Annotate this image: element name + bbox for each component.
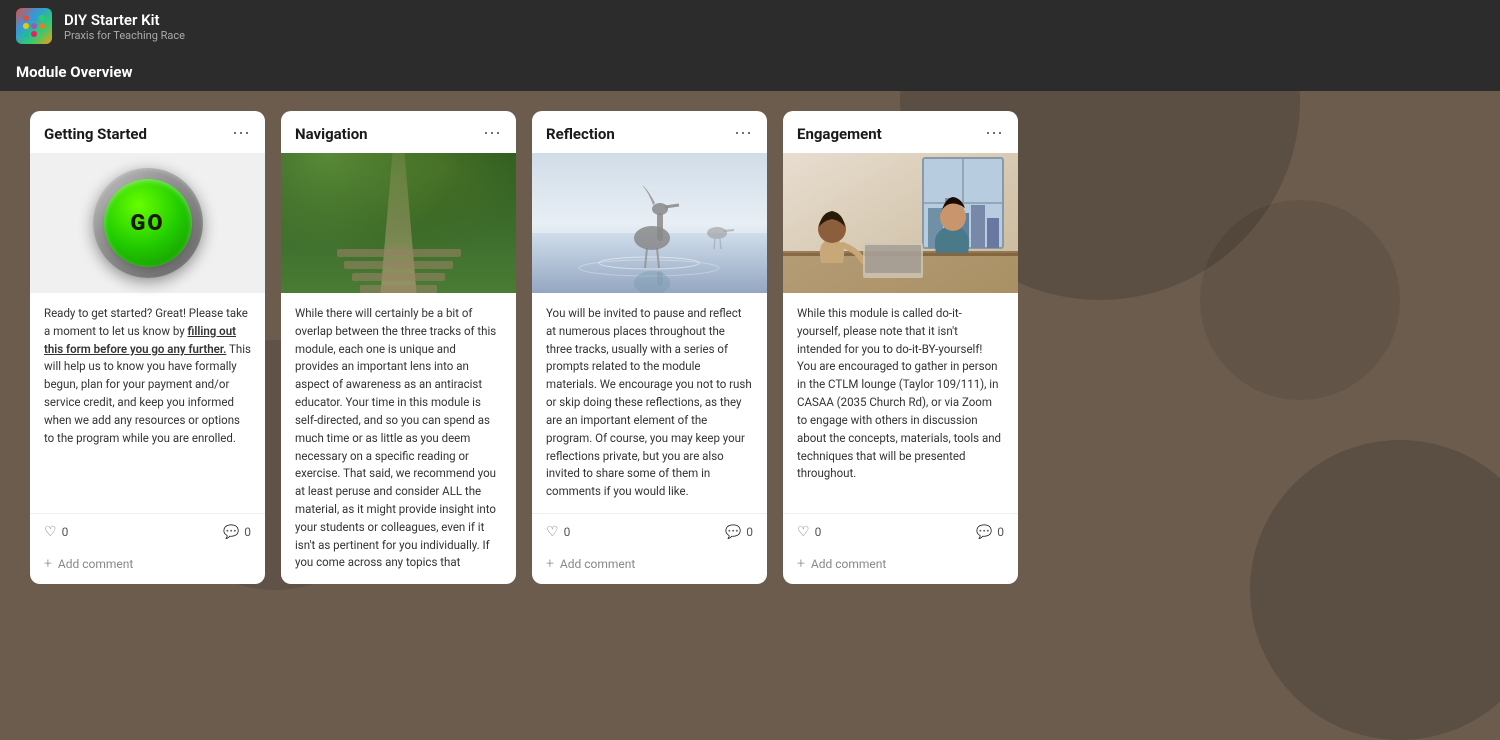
comment-count-engagement: 0 — [997, 525, 1004, 539]
like-icon-engagement[interactable]: ♡ — [797, 524, 810, 540]
add-comment-icon-getting-started: + — [44, 556, 52, 572]
card-getting-started: Getting Started ⋯ GO Ready to get starte… — [30, 111, 265, 584]
like-icon-getting-started[interactable]: ♡ — [44, 524, 57, 540]
comment-count-getting-started: 0 — [244, 525, 251, 539]
app-logo — [16, 8, 52, 44]
card-footer-reflection: ♡ 0 💬 0 — [532, 513, 767, 550]
comment-icon-getting-started[interactable]: 💬 — [223, 525, 239, 540]
card-engagement: Engagement ⋯ — [783, 111, 1018, 584]
like-count-engagement: 0 — [815, 525, 822, 539]
reflection-image — [532, 153, 767, 293]
comment-count-reflection: 0 — [746, 525, 753, 539]
go-label: GO — [130, 211, 164, 236]
comment-icon-reflection[interactable]: 💬 — [725, 525, 741, 540]
card-navigation: Navigation ⋯ While there will certainly … — [281, 111, 516, 584]
engagement-image — [783, 153, 1018, 293]
card-menu-icon-getting-started[interactable]: ⋯ — [232, 125, 251, 143]
add-comment-icon-reflection: + — [546, 556, 554, 572]
navigation-image — [281, 153, 516, 293]
card-title-getting-started: Getting Started — [44, 125, 147, 143]
add-comment-reflection[interactable]: + Add comment — [532, 550, 767, 584]
card-body-text-getting-started: Ready to get started? Great! Please take… — [44, 305, 251, 448]
card-body-text-navigation: While there will certainly be a bit of o… — [295, 305, 502, 572]
add-comment-label-getting-started: Add comment — [58, 557, 133, 571]
cards-container: Getting Started ⋯ GO Ready to get starte… — [0, 91, 1500, 604]
go-button-area: GO — [30, 153, 265, 293]
card-menu-icon-engagement[interactable]: ⋯ — [985, 125, 1004, 143]
module-overview-label: Module Overview — [16, 63, 133, 81]
comment-icon-engagement[interactable]: 💬 — [976, 525, 992, 540]
card-title-navigation: Navigation — [295, 125, 368, 143]
card-footer-getting-started: ♡ 0 💬 0 — [30, 513, 265, 550]
add-comment-icon-engagement: + — [797, 556, 805, 572]
engagement-svg — [783, 153, 1018, 293]
card-reflection: Reflection ⋯ — [532, 111, 767, 584]
card-title-engagement: Engagement — [797, 125, 882, 143]
like-icon-reflection[interactable]: ♡ — [546, 524, 559, 540]
card-title-reflection: Reflection — [546, 125, 615, 143]
reflection-svg — [532, 153, 767, 293]
module-bar: Module Overview — [0, 52, 1500, 91]
go-button-inner[interactable]: GO — [104, 179, 192, 267]
card-footer-engagement: ♡ 0 💬 0 — [783, 513, 1018, 550]
card-menu-icon-navigation[interactable]: ⋯ — [483, 125, 502, 143]
like-count-getting-started: 0 — [62, 525, 69, 539]
card-body-text-reflection: You will be invited to pause and reflect… — [546, 305, 753, 501]
like-count-reflection: 0 — [564, 525, 571, 539]
app-header: DIY Starter Kit Praxis for Teaching Race — [0, 0, 1500, 52]
app-title: DIY Starter Kit — [64, 11, 185, 29]
card-menu-icon-reflection[interactable]: ⋯ — [734, 125, 753, 143]
app-subtitle: Praxis for Teaching Race — [64, 29, 185, 42]
add-comment-engagement[interactable]: + Add comment — [783, 550, 1018, 584]
add-comment-label-engagement: Add comment — [811, 557, 886, 571]
go-button-outer[interactable]: GO — [93, 168, 203, 278]
add-comment-label-reflection: Add comment — [560, 557, 635, 571]
card-body-text-engagement: While this module is called do-it-yourse… — [797, 305, 1004, 483]
add-comment-getting-started[interactable]: + Add comment — [30, 550, 265, 584]
